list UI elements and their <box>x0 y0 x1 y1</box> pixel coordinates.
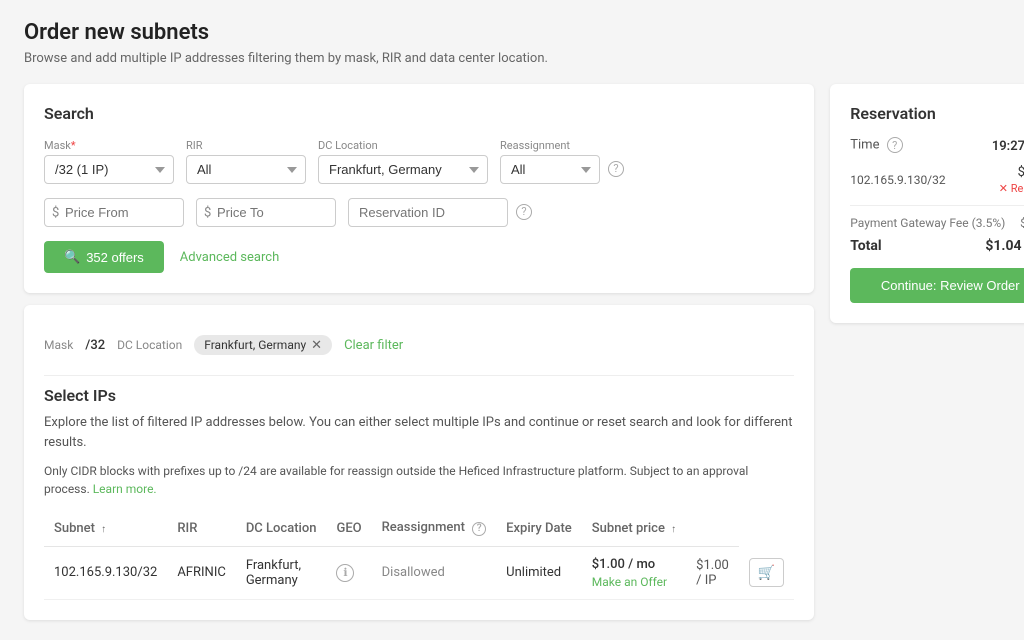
rir-field-group: RIR All <box>186 139 306 184</box>
select-ips-notice: Only CIDR blocks with prefixes up to /24… <box>44 462 794 498</box>
cell-rir: AFRINIC <box>167 546 235 599</box>
fee-label: Payment Gateway Fee (3.5%) <box>850 216 1005 230</box>
reservation-ip-price: $1.00 ✕ Remove <box>999 165 1024 195</box>
reservation-ip: 102.165.9.130/32 <box>850 173 945 187</box>
cell-expiry-date: Unlimited <box>496 546 582 599</box>
dc-filter-label: DC Location <box>117 338 182 352</box>
reservation-time-row: Time ? 19:27 min <box>850 137 1024 155</box>
col-geo: GEO <box>326 512 371 546</box>
price-from-wrapper: $ <box>44 198 184 227</box>
col-rir: RIR <box>167 512 235 546</box>
reservation-id-wrapper: ? <box>348 198 532 227</box>
reassignment-field-group: Reassignment All ? <box>500 139 624 184</box>
rir-select[interactable]: All <box>186 155 306 184</box>
cell-reassignment: Disallowed <box>372 546 497 599</box>
page-subtitle: Browse and add multiple IP addresses fil… <box>24 51 1000 66</box>
search-section-title: Search <box>44 104 794 123</box>
dc-select[interactable]: Frankfurt, Germany <box>318 155 488 184</box>
geo-info-icon[interactable]: ℹ <box>336 564 354 582</box>
subnet-price-sort-arrow: ↑ <box>671 524 676 535</box>
cell-price-ip: $1.00 / IP <box>686 546 739 599</box>
cell-action[interactable]: 🛒 <box>739 546 794 599</box>
select-ips-title: Select IPs <box>44 386 794 405</box>
total-label: Total <box>850 238 881 254</box>
cell-subnet: 102.165.9.130/32 <box>44 546 167 599</box>
reservation-remove-link[interactable]: ✕ Remove <box>999 182 1024 195</box>
col-dc-location: DC Location <box>236 512 327 546</box>
reassignment-select[interactable]: All <box>500 155 600 184</box>
total-value: $1.04 /mo <box>985 238 1024 254</box>
mask-field-group: Mask* /32 (1 IP) <box>44 139 174 184</box>
mask-filter-label: Mask <box>44 338 73 352</box>
add-to-cart-button[interactable]: 🛒 <box>749 558 784 587</box>
clear-filter-link[interactable]: Clear filter <box>344 338 403 353</box>
reservation-ip-amount: $1.00 <box>1018 165 1024 180</box>
dc-filter-tag-value: Frankfurt, Germany <box>204 338 306 352</box>
subnet-sort-arrow: ↑ <box>101 524 106 535</box>
col-reassignment: Reassignment ? <box>372 512 497 546</box>
reassignment-col-help-icon[interactable]: ? <box>472 522 486 536</box>
results-card: Mask /32 DC Location Frankfurt, Germany … <box>24 305 814 620</box>
search-icon: 🔍 <box>64 249 80 265</box>
price-from-input[interactable] <box>44 198 184 227</box>
reassignment-help-icon[interactable]: ? <box>608 161 624 177</box>
price-to-wrapper: $ <box>196 198 336 227</box>
reservation-title: Reservation <box>850 104 1024 123</box>
col-action <box>686 512 739 546</box>
reservation-ip-row: 102.165.9.130/32 $1.00 ✕ Remove <box>850 165 1024 195</box>
price-to-input[interactable] <box>196 198 336 227</box>
learn-more-link[interactable]: Learn more. <box>93 482 157 496</box>
fee-value: $0.04 <box>1020 216 1024 230</box>
reservation-id-help-icon[interactable]: ? <box>516 204 532 220</box>
rir-label: RIR <box>186 139 306 152</box>
reservation-time-value: 19:27 min <box>992 139 1024 154</box>
filter-bar: Mask /32 DC Location Frankfurt, Germany … <box>44 325 794 365</box>
reassignment-label: Reassignment <box>500 139 624 152</box>
col-subnet-price[interactable]: Subnet price ↑ <box>582 512 686 546</box>
continue-button[interactable]: Continue: Review Order <box>850 268 1024 303</box>
dc-filter-tag-close[interactable]: ✕ <box>311 339 322 352</box>
dc-label: DC Location <box>318 139 488 152</box>
reservation-card: Reservation Time ? 19:27 min 102.165.9.1… <box>830 84 1024 323</box>
reservation-time-help-icon[interactable]: ? <box>887 137 903 153</box>
cell-subnet-price: $1.00 / mo Make an Offer <box>582 546 686 599</box>
search-card: Search Mask* /32 (1 IP) RIR All <box>24 84 814 293</box>
reservation-total-row: Total $1.04 /mo <box>850 238 1024 254</box>
mask-select[interactable]: /32 (1 IP) <box>44 155 174 184</box>
dc-filter-tag: Frankfurt, Germany ✕ <box>194 335 332 355</box>
reservation-id-input[interactable] <box>348 198 508 227</box>
page-title: Order new subnets <box>24 20 1000 45</box>
cell-geo[interactable]: ℹ <box>326 546 371 599</box>
ip-table: Subnet ↑ RIR DC Location GEO Reassignmen… <box>44 512 794 600</box>
reservation-fee-row: Payment Gateway Fee (3.5%) $0.04 <box>850 216 1024 230</box>
mask-filter-value: /32 <box>85 338 105 353</box>
dc-field-group: DC Location Frankfurt, Germany <box>318 139 488 184</box>
col-expiry-date: Expiry Date <box>496 512 582 546</box>
search-offers-button[interactable]: 🔍 352 offers <box>44 241 164 273</box>
col-subnet[interactable]: Subnet ↑ <box>44 512 167 546</box>
table-row: 102.165.9.130/32 AFRINIC Frankfurt, Germ… <box>44 546 794 599</box>
mask-label: Mask* <box>44 139 174 152</box>
make-offer-link[interactable]: Make an Offer <box>592 575 676 589</box>
select-ips-description: Explore the list of filtered IP addresse… <box>44 413 794 452</box>
advanced-search-link[interactable]: Advanced search <box>180 250 279 265</box>
reservation-time-label: Time ? <box>850 137 902 155</box>
cell-dc-location: Frankfurt, Germany <box>236 546 327 599</box>
